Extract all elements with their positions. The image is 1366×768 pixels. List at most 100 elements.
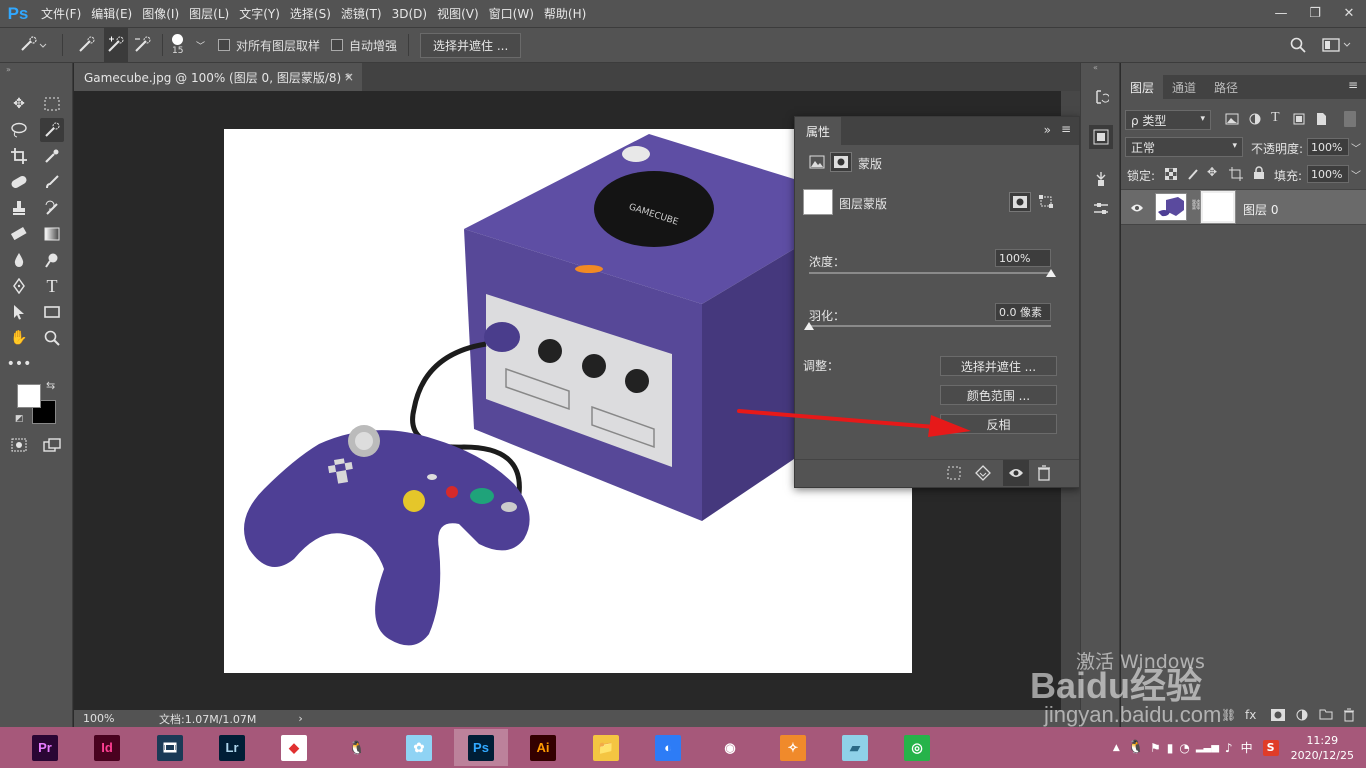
taskbar-app-2[interactable]: 🎞 (143, 729, 197, 766)
status-menu-arrow-icon[interactable]: › (298, 712, 302, 725)
type-tool-icon[interactable]: T (40, 274, 64, 298)
fill-input[interactable]: 100% (1307, 165, 1349, 183)
brush-size-picker[interactable]: 15 (172, 28, 183, 62)
sample-all-layers-checkbox[interactable]: 对所有图层取样 (218, 28, 320, 62)
filter-smart-object-icon[interactable] (1315, 112, 1327, 129)
taskbar-app-4[interactable]: ◆ (267, 729, 321, 766)
close-tab-icon[interactable]: × (344, 70, 354, 84)
pixel-mask-icon[interactable] (809, 155, 825, 172)
menu-type[interactable]: 文字(Y) (234, 0, 285, 27)
brush-dropdown-icon[interactable]: ﹀ (196, 28, 205, 62)
taskbar-app-7[interactable]: Ps (454, 729, 508, 766)
rectangle-tool-icon[interactable] (40, 300, 64, 324)
gradient-tool-icon[interactable] (40, 222, 64, 246)
minimize-button[interactable]: — (1264, 0, 1298, 27)
ime-indicator[interactable]: 中 (1241, 739, 1253, 756)
mask-mode-icon[interactable] (830, 152, 852, 172)
color-range-button[interactable]: 颜色范围 ... (940, 385, 1057, 405)
feather-slider-track[interactable] (809, 325, 1051, 327)
tool-preset-picker[interactable] (18, 28, 48, 62)
menu-view[interactable]: 视图(V) (432, 0, 484, 27)
marquee-tool-icon[interactable] (40, 92, 64, 116)
menu-window[interactable]: 窗口(W) (484, 0, 539, 27)
menu-filter[interactable]: 滤镜(T) (336, 0, 387, 27)
new-fill-layer-icon[interactable] (1296, 709, 1308, 724)
opacity-dropdown-icon[interactable]: ﹀ (1351, 140, 1361, 155)
brush-settings-icon[interactable] (1089, 167, 1113, 191)
tab-layers[interactable]: 图层 (1121, 75, 1164, 99)
volume-tray-icon[interactable]: ♪ (1225, 741, 1233, 755)
layer-style-icon[interactable]: fx (1245, 708, 1256, 722)
link-layers-icon[interactable]: ⛓ (1221, 708, 1236, 722)
filter-type-icon[interactable]: T (1271, 110, 1280, 126)
filter-toggle-icon[interactable] (1344, 111, 1356, 127)
taskbar-app-5[interactable]: 🐧 (330, 729, 384, 766)
layer-mask-thumbnail-small[interactable] (1200, 190, 1236, 224)
taskbar-app-3[interactable]: Lr (205, 729, 259, 766)
quick-selection-tool-icon[interactable] (40, 118, 64, 142)
more-tools-icon[interactable]: ••• (7, 352, 32, 376)
blend-mode-select[interactable]: 正常 ▾ (1125, 137, 1243, 157)
pen-tool-icon[interactable] (7, 274, 31, 298)
flag-tray-icon[interactable]: ⚑ (1150, 741, 1161, 755)
filter-shape-icon[interactable] (1293, 113, 1305, 128)
lock-position-icon[interactable]: ✥ (1207, 165, 1217, 179)
layers-panel-menu-icon[interactable]: ≡ (1348, 78, 1358, 92)
tab-paths[interactable]: 路径 (1205, 75, 1247, 99)
feather-input[interactable]: 0.0 像素 (995, 303, 1051, 321)
opacity-input[interactable]: 100% (1307, 138, 1349, 156)
network-tray-icon[interactable]: ▂▃▅ (1196, 742, 1219, 753)
new-selection-mode[interactable] (76, 28, 98, 62)
load-selection-icon[interactable] (947, 466, 961, 483)
properties-panel-icon[interactable] (1089, 125, 1113, 149)
collapse-panel-icon[interactable]: » (1044, 123, 1051, 137)
delete-mask-icon[interactable] (1037, 465, 1051, 484)
lock-transparent-icon[interactable] (1164, 167, 1178, 183)
eraser-tool-icon[interactable] (7, 222, 31, 246)
fill-dropdown-icon[interactable]: ﹀ (1351, 167, 1361, 182)
new-group-icon[interactable] (1319, 708, 1333, 723)
search-icon[interactable] (1290, 28, 1306, 62)
tray-expand-icon[interactable]: ▲ (1113, 743, 1120, 753)
tab-channels[interactable]: 通道 (1163, 75, 1205, 99)
menu-help[interactable]: 帮助(H) (539, 0, 591, 27)
clock[interactable]: 11:29 2020/12/25 (1291, 733, 1354, 763)
taskbar-app-14[interactable]: ◎ (890, 729, 944, 766)
history-brush-tool-icon[interactable] (40, 196, 64, 220)
feather-slider-handle[interactable] (804, 322, 814, 330)
panel-menu-icon[interactable]: ≡ (1061, 122, 1071, 136)
delete-layer-icon[interactable] (1343, 708, 1355, 725)
density-input[interactable]: 100% (995, 249, 1051, 267)
layer-visibility-eye-icon[interactable] (1130, 202, 1144, 216)
layer-name[interactable]: 图层 0 (1243, 201, 1278, 218)
taskbar-app-13[interactable]: ▰ (828, 729, 882, 766)
menu-3d[interactable]: 3D(D) (387, 0, 432, 27)
density-slider-handle[interactable] (1046, 269, 1056, 277)
move-tool-icon[interactable]: ✥ (7, 92, 31, 116)
filter-pixel-icon[interactable] (1225, 113, 1239, 128)
default-colors-icon[interactable]: ◩ (15, 414, 24, 424)
auto-enhance-checkbox[interactable]: 自动增强 (331, 28, 397, 62)
taskbar-app-1[interactable]: Id (80, 729, 134, 766)
clock-tray-icon[interactable]: ◔ (1179, 741, 1189, 755)
layer-row[interactable]: ⛓ 图层 0 (1121, 189, 1366, 225)
select-pixel-mask-icon[interactable] (1009, 192, 1031, 212)
crop-tool-icon[interactable] (7, 144, 31, 168)
taskbar-app-0[interactable]: Pr (18, 729, 72, 766)
battery-tray-icon[interactable]: ▮ (1167, 741, 1174, 755)
qq-tray-icon[interactable]: 🐧 (1128, 740, 1144, 755)
quick-mask-icon[interactable] (7, 433, 31, 457)
vector-mask-icon[interactable] (1039, 195, 1055, 212)
density-slider-track[interactable] (809, 272, 1051, 274)
taskbar-app-6[interactable]: ✿ (392, 729, 446, 766)
taskbar-app-12[interactable]: ✧ (766, 729, 820, 766)
sogou-ime-icon[interactable]: S (1262, 739, 1279, 756)
taskbar-app-10[interactable]: ◐ (641, 729, 695, 766)
clone-stamp-tool-icon[interactable] (7, 196, 31, 220)
lock-pixels-icon[interactable] (1187, 167, 1199, 184)
add-selection-mode[interactable] (104, 28, 128, 62)
swap-colors-icon[interactable]: ⇆ (46, 379, 55, 392)
apply-mask-icon[interactable] (975, 465, 991, 484)
dodge-tool-icon[interactable] (40, 248, 64, 272)
brush-tool-icon[interactable] (40, 170, 64, 194)
